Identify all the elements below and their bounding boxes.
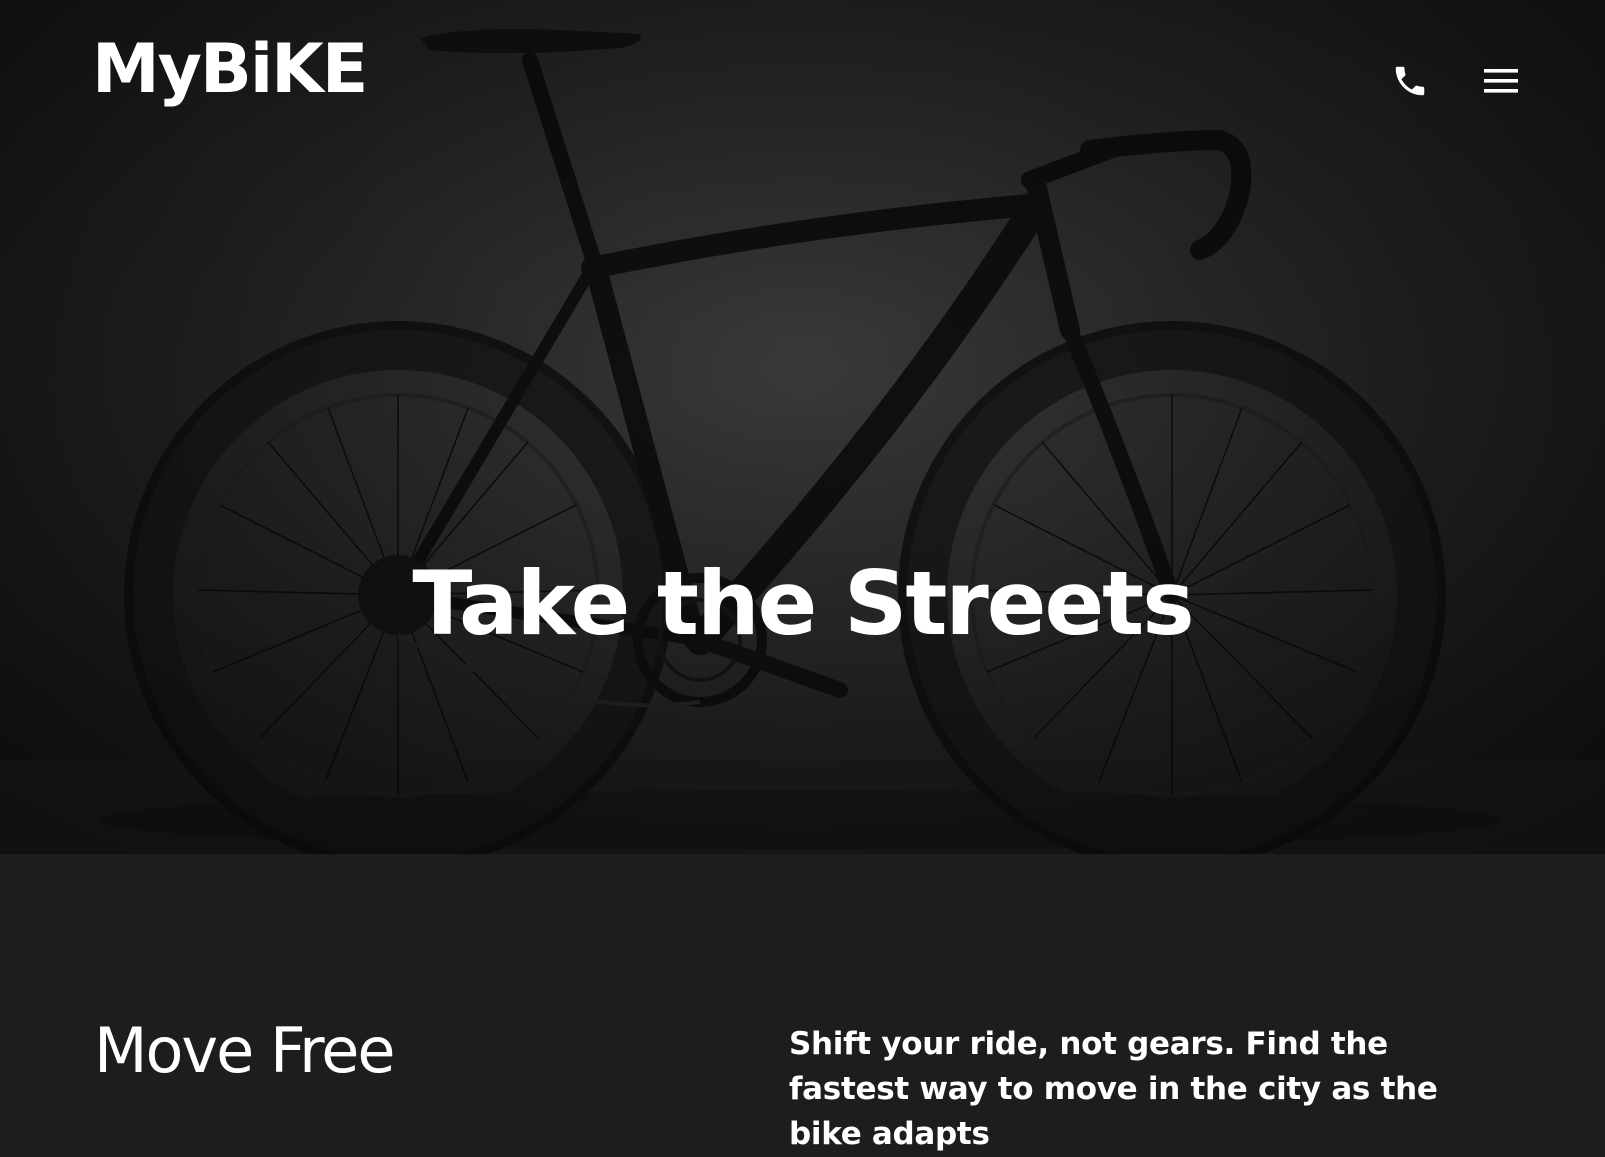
- intro-text: Shift your ride, not gears. Find the fas…: [789, 1026, 1438, 1152]
- hero-section: MyBiKE Take the Streets: [0, 0, 1605, 854]
- site-logo[interactable]: MyBiKE: [92, 36, 368, 104]
- intro-title: Move Free: [94, 1014, 396, 1087]
- hamburger-menu-icon[interactable]: [1480, 60, 1522, 102]
- phone-icon[interactable]: [1389, 60, 1431, 102]
- hero-headline: Take the Streets: [412, 552, 1194, 655]
- bike-image: [0, 0, 1605, 854]
